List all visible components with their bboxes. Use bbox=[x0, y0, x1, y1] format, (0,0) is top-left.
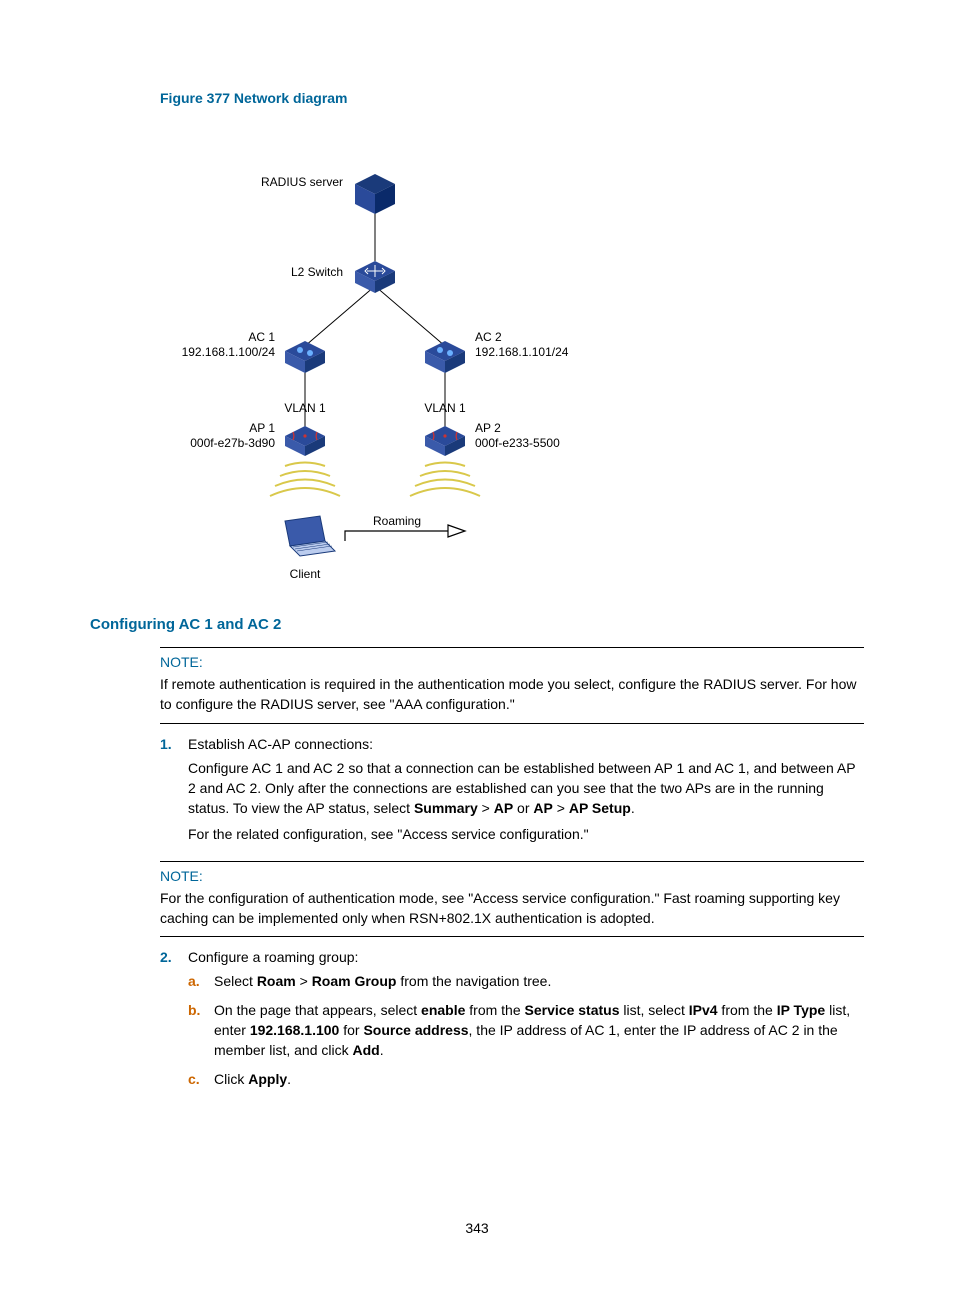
client-label: Client bbox=[290, 567, 321, 581]
ac1-name: AC 1 bbox=[248, 330, 275, 344]
ac2-ip: 192.168.1.101/24 bbox=[475, 345, 569, 359]
step-2: 2. Configure a roaming group: a. Select … bbox=[160, 949, 864, 1096]
list-marker: 2. bbox=[160, 949, 188, 1096]
step2-c: c. Click Apply. bbox=[188, 1069, 864, 1089]
alpha-marker: a. bbox=[188, 971, 214, 991]
vlan1-left: VLAN 1 bbox=[284, 401, 326, 415]
section-heading: Configuring AC 1 and AC 2 bbox=[90, 616, 864, 633]
network-diagram: RADIUS server L2 Switch AC 1 192.168.1.1… bbox=[160, 116, 590, 586]
ap1-mac: 000f-e27b-3d90 bbox=[190, 436, 275, 450]
step1-p1: Configure AC 1 and AC 2 so that a connec… bbox=[188, 758, 864, 819]
note-text: If remote authentication is required in … bbox=[160, 674, 864, 715]
ap1-name: AP 1 bbox=[249, 421, 275, 435]
note-text: For the configuration of authentication … bbox=[160, 888, 864, 929]
ap2-mac: 000f-e233-5500 bbox=[475, 436, 560, 450]
note-1: NOTE: If remote authentication is requir… bbox=[160, 647, 864, 724]
step1-p2: For the related configuration, see "Acce… bbox=[188, 824, 864, 844]
list-marker: 1. bbox=[160, 736, 188, 851]
ac2-name: AC 2 bbox=[475, 330, 502, 344]
ac1-ip: 192.168.1.100/24 bbox=[182, 345, 276, 359]
step2-a: a. Select Roam > Roam Group from the nav… bbox=[188, 971, 864, 991]
note-2: NOTE: For the configuration of authentic… bbox=[160, 861, 864, 938]
page-number: 343 bbox=[0, 1220, 954, 1236]
alpha-marker: b. bbox=[188, 1000, 214, 1061]
note-label: NOTE: bbox=[160, 654, 864, 670]
vlan1-right: VLAN 1 bbox=[424, 401, 466, 415]
alpha-marker: c. bbox=[188, 1069, 214, 1089]
roaming-label: Roaming bbox=[373, 514, 421, 528]
l2switch-label: L2 Switch bbox=[291, 265, 343, 279]
step2-b: b. On the page that appears, select enab… bbox=[188, 1000, 864, 1061]
ap2-name: AP 2 bbox=[475, 421, 501, 435]
figure-title: Figure 377 Network diagram bbox=[160, 90, 864, 106]
step2-title: Configure a roaming group: bbox=[188, 949, 864, 965]
radius-label: RADIUS server bbox=[261, 175, 343, 189]
step-1: 1. Establish AC-AP connections: Configur… bbox=[160, 736, 864, 851]
note-label: NOTE: bbox=[160, 868, 864, 884]
step1-title: Establish AC-AP connections: bbox=[188, 736, 864, 752]
